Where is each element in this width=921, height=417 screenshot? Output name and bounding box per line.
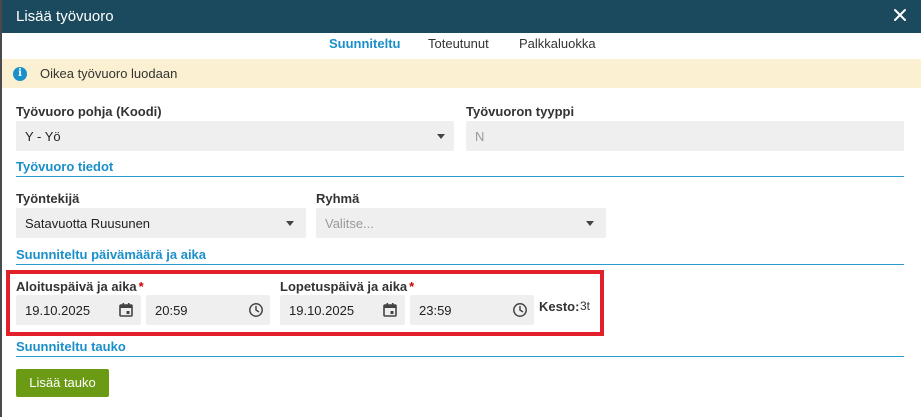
dialog-title: Lisää työvuoro — [16, 8, 114, 25]
employee-select[interactable]: Satavuotta Ruusunen — [16, 208, 306, 238]
add-break-button[interactable]: Lisää tauko — [16, 369, 109, 397]
section-title-break: Suunniteltu tauko — [16, 339, 126, 354]
shift-type-field: N — [466, 121, 904, 151]
section-divider — [16, 176, 904, 177]
section-divider — [16, 356, 904, 357]
notice-text: Oikea työvuoro luodaan — [40, 66, 178, 81]
section-title-details: Työvuoro tiedot — [16, 159, 114, 174]
employee-label: Työntekijä — [16, 191, 80, 206]
tab-palkkaluokka[interactable]: Palkkaluokka — [519, 36, 596, 51]
dialog-titlebar: Lisää työvuoro — [2, 0, 921, 33]
chevron-down-icon — [437, 134, 445, 139]
chevron-down-icon — [286, 221, 294, 226]
info-notice: i Oikea työvuoro luodaan — [2, 59, 921, 88]
shift-template-label: Työvuoro pohja (Koodi) — [16, 104, 162, 119]
shift-template-value: Y - Yö — [25, 129, 61, 144]
group-select[interactable]: Valitse... — [316, 208, 606, 238]
tab-suunniteltu[interactable]: Suunniteltu — [329, 36, 401, 51]
tab-toteutunut[interactable]: Toteutunut — [428, 36, 489, 51]
close-icon[interactable] — [891, 6, 909, 24]
group-label: Ryhmä — [316, 191, 360, 206]
info-icon: i — [13, 67, 27, 81]
group-placeholder: Valitse... — [325, 216, 374, 231]
tab-bar: Suunniteltu Toteutunut Palkkaluokka — [2, 33, 921, 59]
shift-type-value: N — [475, 129, 485, 144]
section-divider — [16, 264, 904, 265]
section-title-datetime: Suunniteltu päivämäärä ja aika — [16, 247, 207, 262]
highlight-box — [6, 270, 604, 336]
shift-type-label: Työvuoron tyyppi — [466, 104, 575, 119]
chevron-down-icon — [586, 221, 594, 226]
shift-template-select[interactable]: Y - Yö — [16, 121, 454, 151]
employee-value: Satavuotta Ruusunen — [25, 216, 151, 231]
